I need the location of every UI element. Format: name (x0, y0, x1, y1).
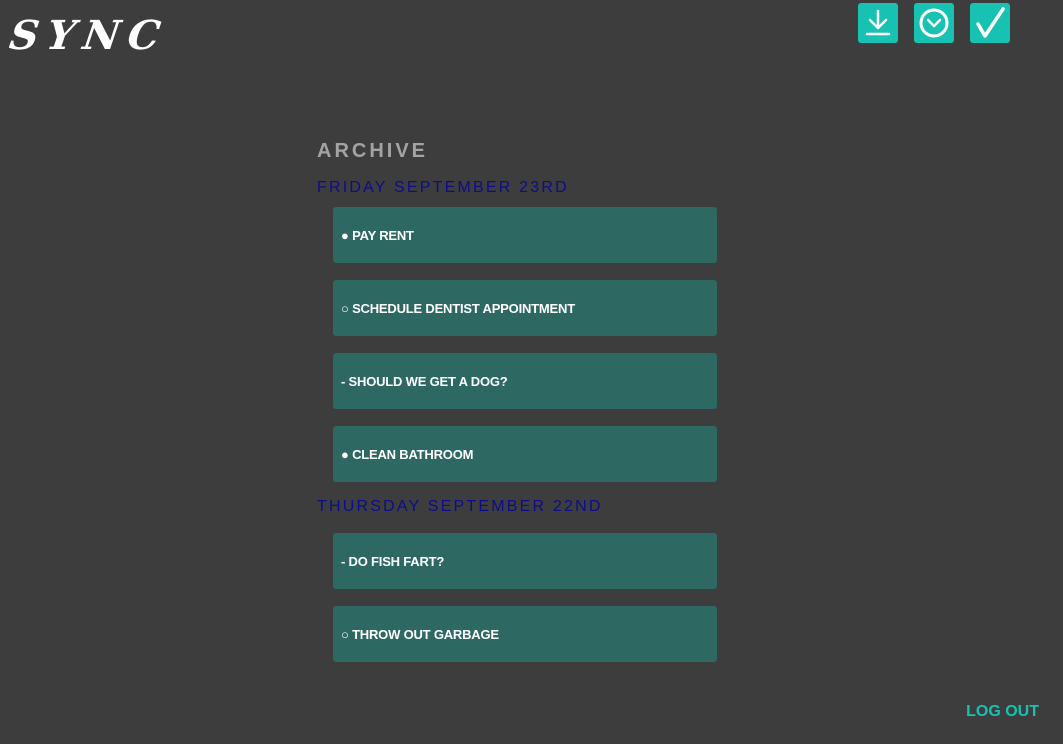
task-card[interactable]: ○ SCHEDULE DENTIST APPOINTMENT (333, 280, 717, 336)
download-button[interactable] (858, 3, 898, 43)
day-heading-thursday: THURSDAY SEPTEMBER 22ND (317, 498, 603, 515)
clock-button[interactable] (914, 3, 954, 43)
clock-icon (919, 8, 949, 38)
task-text: ○ THROW OUT GARBAGE (341, 626, 499, 642)
day-heading-friday: FRIDAY SEPTEMBER 23RD (317, 179, 569, 196)
archive-title: ARCHIVE (317, 140, 429, 162)
task-card[interactable]: ● CLEAN BATHROOM (333, 426, 717, 482)
checkmark-icon (976, 7, 1005, 38)
task-card[interactable]: - SHOULD WE GET A DOG? (333, 353, 717, 409)
task-text: ● CLEAN BATHROOM (341, 446, 474, 462)
task-card[interactable]: - DO FISH FART? (333, 533, 717, 589)
complete-button[interactable] (970, 3, 1010, 43)
task-list-thursday: - DO FISH FART? ○ THROW OUT GARBAGE (317, 533, 717, 662)
archive-section: ARCHIVE FRIDAY SEPTEMBER 23RD ● PAY RENT… (317, 140, 717, 662)
task-text: ○ SCHEDULE DENTIST APPOINTMENT (341, 300, 575, 316)
app-logo: SYNC (6, 12, 172, 59)
download-icon (865, 9, 891, 36)
logout-link[interactable]: LOG OUT (966, 703, 1039, 721)
task-text: - DO FISH FART? (341, 553, 445, 569)
task-card[interactable]: ○ THROW OUT GARBAGE (333, 606, 717, 662)
task-list-friday: ● PAY RENT ○ SCHEDULE DENTIST APPOINTMEN… (317, 207, 717, 482)
task-text: ● PAY RENT (341, 227, 414, 243)
task-card[interactable]: ● PAY RENT (333, 207, 717, 263)
task-text: - SHOULD WE GET A DOG? (341, 373, 508, 389)
toolbar (858, 3, 1010, 43)
